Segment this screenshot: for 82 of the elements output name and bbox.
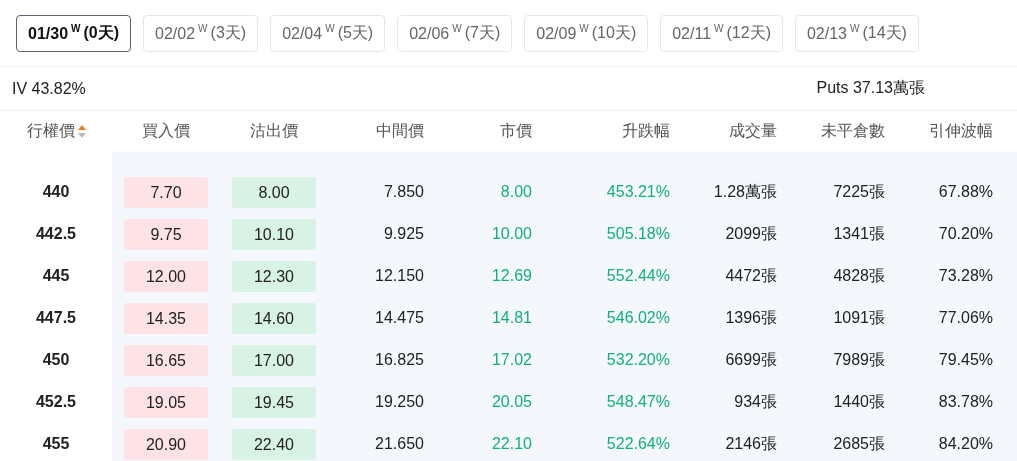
table-cell: 1440張: [833, 392, 885, 410]
table-cell: 67.88%: [938, 183, 993, 200]
column-header[interactable]: 行權價: [26, 121, 75, 142]
column-header[interactable]: 市價: [500, 122, 532, 139]
column-header[interactable]: 升跌幅: [622, 122, 670, 139]
table-cell: 452.5: [35, 393, 76, 410]
bid-price-cell: 19.05: [124, 386, 208, 418]
table-cell: 84.20%: [938, 435, 993, 452]
column-header[interactable]: 未平倉數: [821, 122, 885, 139]
table-cell: 77.06%: [938, 309, 993, 326]
table-cell: 548.47%: [606, 393, 670, 410]
table-cell: 1341張: [833, 224, 885, 242]
table-cell: 16.825: [375, 351, 424, 368]
table-cell: 19.250: [375, 393, 424, 410]
table-cell: 455: [42, 435, 70, 452]
bid-price-cell: 12.00: [124, 260, 208, 292]
table-cell: 522.64%: [606, 435, 670, 452]
table-cell: 1091張: [833, 308, 885, 326]
expiry-tab[interactable]: 02/13 $^{W}$ (14天): [794, 15, 919, 52]
bid-price-cell: 16.65: [124, 344, 208, 376]
table-cell: 8.00: [500, 183, 532, 200]
expiry-tab[interactable]: 01/30 $^{W}$ (0天): [16, 15, 132, 52]
ask-price-cell: 22.40: [232, 428, 316, 460]
bid-price-cell: 20.90: [124, 428, 208, 460]
table-cell: 453.21%: [606, 183, 670, 200]
ask-price-cell: 12.30: [232, 260, 316, 292]
puts-summary: Puts 37.13萬張: [816, 78, 925, 98]
table-cell: 552.44%: [606, 267, 670, 284]
ask-price-cell: 10.10: [232, 218, 316, 250]
table-cell: 1396張: [725, 308, 777, 326]
table-cell: 546.02%: [606, 309, 670, 326]
table-cell: 442.5: [35, 225, 76, 242]
bid-price-cell: 14.35: [124, 302, 208, 334]
table-cell: 17.02: [491, 351, 532, 368]
table-cell: 445: [42, 267, 70, 284]
table-cell: 73.28%: [938, 267, 993, 284]
table-cell: 6699張: [725, 350, 777, 368]
column-header[interactable]: 買入價: [142, 122, 190, 139]
table-cell: 7225張: [833, 182, 885, 200]
table-cell: 450: [42, 351, 70, 368]
table-cell: 12.69: [491, 267, 532, 284]
table-cell: 440: [42, 183, 70, 200]
table-cell: 83.78%: [938, 393, 993, 410]
expiry-tab[interactable]: 02/06 $^{W}$ (7天): [397, 15, 513, 52]
column-header[interactable]: 中間價: [376, 122, 424, 139]
column-header[interactable]: 沽出價: [250, 122, 298, 139]
table-cell: 532.20%: [606, 351, 670, 368]
ask-price-cell: 14.60: [232, 302, 316, 334]
column-header[interactable]: 引伸波幅: [929, 122, 993, 139]
table-cell: 447.5: [35, 309, 76, 326]
expiry-tab[interactable]: 02/09 $^{W}$ (10天): [524, 15, 649, 52]
table-cell: 2099張: [725, 224, 777, 242]
table-cell: 934張: [734, 392, 777, 410]
table-cell: 22.10: [491, 435, 532, 452]
iv-summary: IV 43.82%: [12, 79, 86, 98]
bid-price-cell: 9.75: [124, 218, 208, 250]
table-cell: 14.81: [491, 309, 532, 326]
table-cell: 2685張: [833, 434, 885, 452]
table-cell: 79.45%: [938, 351, 993, 368]
ask-price-cell: 19.45: [232, 386, 316, 418]
expiry-tab[interactable]: 02/11 $^{W}$ (12天): [660, 15, 783, 52]
table-cell: 9.925: [383, 225, 424, 242]
table-cell: 7989張: [833, 350, 885, 368]
table-cell: 10.00: [491, 225, 532, 242]
table-cell: 7.850: [383, 183, 424, 200]
ask-price-cell: 8.00: [232, 176, 316, 208]
table-cell: 12.150: [375, 267, 424, 284]
table-cell: 2146張: [725, 434, 777, 452]
table-cell: 4472張: [725, 266, 777, 284]
table-cell: 14.475: [375, 309, 424, 326]
column-header[interactable]: 成交量: [729, 122, 777, 139]
ask-price-cell: 17.00: [232, 344, 316, 376]
table-cell: 21.650: [375, 435, 424, 452]
table-cell: 20.05: [491, 393, 532, 410]
expiry-tab[interactable]: 02/02 $^{W}$ (3天): [143, 15, 259, 52]
bid-price-cell: 7.70: [124, 176, 208, 208]
table-cell: 1.28萬張: [713, 182, 777, 200]
expiry-tab[interactable]: 02/04 $^{W}$ (5天): [270, 15, 386, 52]
table-cell: 4828張: [833, 266, 885, 284]
sort-icon[interactable]: [77, 125, 86, 138]
table-cell: 70.20%: [938, 225, 993, 242]
table-cell: 505.18%: [606, 225, 670, 242]
